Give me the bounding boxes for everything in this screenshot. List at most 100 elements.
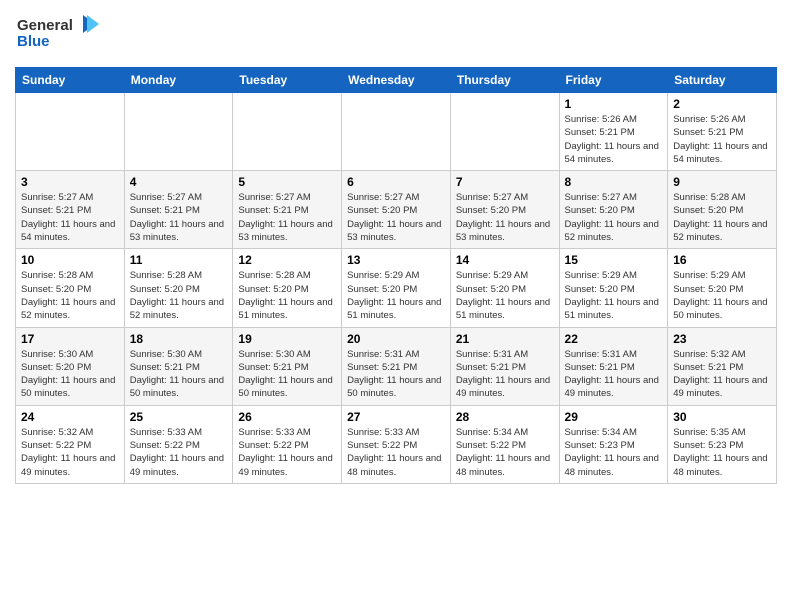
day-info: Sunrise: 5:27 AM Sunset: 5:21 PM Dayligh… [238,191,336,244]
day-info: Sunrise: 5:26 AM Sunset: 5:21 PM Dayligh… [565,113,663,166]
day-number: 24 [21,410,119,424]
day-number: 14 [456,253,554,267]
day-number: 16 [673,253,771,267]
day-number: 15 [565,253,663,267]
day-number: 4 [130,175,228,189]
day-info: Sunrise: 5:35 AM Sunset: 5:23 PM Dayligh… [673,426,771,479]
day-number: 17 [21,332,119,346]
day-info: Sunrise: 5:27 AM Sunset: 5:21 PM Dayligh… [130,191,228,244]
calendar-week-row: 17 Sunrise: 5:30 AM Sunset: 5:20 PM Dayli… [16,327,777,405]
day-number: 13 [347,253,445,267]
day-number: 18 [130,332,228,346]
calendar-cell: 22 Sunrise: 5:31 AM Sunset: 5:21 PM Dayli… [559,327,668,405]
day-info: Sunrise: 5:33 AM Sunset: 5:22 PM Dayligh… [238,426,336,479]
calendar-cell: 27Sunrise: 5:33 AM Sunset: 5:22 PM Dayli… [342,405,451,483]
day-info: Sunrise: 5:31 AM Sunset: 5:21 PM Dayligh… [456,348,554,401]
day-info: Sunrise: 5:27 AM Sunset: 5:20 PM Dayligh… [347,191,445,244]
day-info: Sunrise: 5:27 AM Sunset: 5:20 PM Dayligh… [456,191,554,244]
calendar-cell: 12 Sunrise: 5:28 AM Sunset: 5:20 PM Dayli… [233,249,342,327]
calendar-cell: 29Sunrise: 5:34 AM Sunset: 5:23 PM Dayli… [559,405,668,483]
day-info: Sunrise: 5:30 AM Sunset: 5:20 PM Dayligh… [21,348,119,401]
day-number: 30 [673,410,771,424]
day-number: 3 [21,175,119,189]
calendar-week-row: 1 Sunrise: 5:26 AM Sunset: 5:21 PM Daylig… [16,93,777,171]
day-number: 6 [347,175,445,189]
day-info: Sunrise: 5:28 AM Sunset: 5:20 PM Dayligh… [21,269,119,322]
day-info: Sunrise: 5:33 AM Sunset: 5:22 PM Dayligh… [130,426,228,479]
day-number: 12 [238,253,336,267]
day-number: 9 [673,175,771,189]
calendar-cell: 4 Sunrise: 5:27 AM Sunset: 5:21 PM Daylig… [124,171,233,249]
calendar-cell: 3 Sunrise: 5:27 AM Sunset: 5:21 PM Daylig… [16,171,125,249]
day-info: Sunrise: 5:28 AM Sunset: 5:20 PM Dayligh… [238,269,336,322]
calendar-cell: 7 Sunrise: 5:27 AM Sunset: 5:20 PM Daylig… [450,171,559,249]
calendar-cell: 5 Sunrise: 5:27 AM Sunset: 5:21 PM Daylig… [233,171,342,249]
day-info: Sunrise: 5:28 AM Sunset: 5:20 PM Dayligh… [673,191,771,244]
calendar-cell: 13 Sunrise: 5:29 AM Sunset: 5:20 PM Dayli… [342,249,451,327]
calendar-cell: 26 Sunrise: 5:33 AM Sunset: 5:22 PM Dayli… [233,405,342,483]
day-info: Sunrise: 5:29 AM Sunset: 5:20 PM Dayligh… [565,269,663,322]
day-info: Sunrise: 5:31 AM Sunset: 5:21 PM Dayligh… [565,348,663,401]
calendar-cell: 11 Sunrise: 5:28 AM Sunset: 5:20 PM Dayli… [124,249,233,327]
day-info: Sunrise: 5:29 AM Sunset: 5:20 PM Dayligh… [347,269,445,322]
calendar-cell: 19Sunrise: 5:30 AM Sunset: 5:21 PM Dayli… [233,327,342,405]
calendar-table: SundayMondayTuesdayWednesdayThursdayFrid… [15,67,777,484]
weekday-header-monday: Monday [124,68,233,93]
calendar-cell: 28 Sunrise: 5:34 AM Sunset: 5:22 PM Dayli… [450,405,559,483]
day-number: 20 [347,332,445,346]
calendar-cell [124,93,233,171]
day-number: 23 [673,332,771,346]
day-info: Sunrise: 5:34 AM Sunset: 5:22 PM Dayligh… [456,426,554,479]
day-info: Sunrise: 5:27 AM Sunset: 5:21 PM Dayligh… [21,191,119,244]
weekday-header-saturday: Saturday [668,68,777,93]
day-info: Sunrise: 5:29 AM Sunset: 5:20 PM Dayligh… [456,269,554,322]
day-number: 28 [456,410,554,424]
day-number: 10 [21,253,119,267]
calendar-cell: 10 Sunrise: 5:28 AM Sunset: 5:20 PM Dayli… [16,249,125,327]
calendar-header-row: SundayMondayTuesdayWednesdayThursdayFrid… [16,68,777,93]
day-number: 5 [238,175,336,189]
calendar-cell [16,93,125,171]
day-info: Sunrise: 5:32 AM Sunset: 5:22 PM Dayligh… [21,426,119,479]
weekday-header-friday: Friday [559,68,668,93]
calendar-cell [342,93,451,171]
calendar-cell: 17 Sunrise: 5:30 AM Sunset: 5:20 PM Dayli… [16,327,125,405]
calendar-cell: 1 Sunrise: 5:26 AM Sunset: 5:21 PM Daylig… [559,93,668,171]
calendar-cell: 23Sunrise: 5:32 AM Sunset: 5:21 PM Dayli… [668,327,777,405]
logo: General Blue [15,10,105,59]
calendar-cell: 6 Sunrise: 5:27 AM Sunset: 5:20 PM Daylig… [342,171,451,249]
day-info: Sunrise: 5:33 AM Sunset: 5:22 PM Dayligh… [347,426,445,479]
day-number: 7 [456,175,554,189]
calendar-cell: 14 Sunrise: 5:29 AM Sunset: 5:20 PM Dayli… [450,249,559,327]
day-number: 11 [130,253,228,267]
logo-area: General Blue [15,10,105,59]
calendar-cell: 15 Sunrise: 5:29 AM Sunset: 5:20 PM Dayli… [559,249,668,327]
calendar-cell: 9 Sunrise: 5:28 AM Sunset: 5:20 PM Daylig… [668,171,777,249]
calendar-week-row: 3 Sunrise: 5:27 AM Sunset: 5:21 PM Daylig… [16,171,777,249]
day-number: 22 [565,332,663,346]
weekday-header-wednesday: Wednesday [342,68,451,93]
calendar-cell: 30 Sunrise: 5:35 AM Sunset: 5:23 PM Dayli… [668,405,777,483]
calendar-week-row: 10 Sunrise: 5:28 AM Sunset: 5:20 PM Dayli… [16,249,777,327]
svg-text:Blue: Blue [17,33,50,50]
svg-text:General: General [17,17,73,34]
page: General Blue SundayMondayTuesdayWednesda… [0,0,792,494]
calendar-cell [233,93,342,171]
day-number: 8 [565,175,663,189]
day-number: 29 [565,410,663,424]
day-info: Sunrise: 5:30 AM Sunset: 5:21 PM Dayligh… [130,348,228,401]
day-number: 26 [238,410,336,424]
day-info: Sunrise: 5:28 AM Sunset: 5:20 PM Dayligh… [130,269,228,322]
calendar-cell: 18 Sunrise: 5:30 AM Sunset: 5:21 PM Dayli… [124,327,233,405]
weekday-header-sunday: Sunday [16,68,125,93]
weekday-header-thursday: Thursday [450,68,559,93]
day-number: 21 [456,332,554,346]
calendar-cell [450,93,559,171]
day-number: 1 [565,97,663,111]
calendar-week-row: 24 Sunrise: 5:32 AM Sunset: 5:22 PM Dayli… [16,405,777,483]
calendar-cell: 2Sunrise: 5:26 AM Sunset: 5:21 PM Daylig… [668,93,777,171]
calendar-cell: 20Sunrise: 5:31 AM Sunset: 5:21 PM Dayli… [342,327,451,405]
day-info: Sunrise: 5:29 AM Sunset: 5:20 PM Dayligh… [673,269,771,322]
day-number: 25 [130,410,228,424]
day-info: Sunrise: 5:27 AM Sunset: 5:20 PM Dayligh… [565,191,663,244]
